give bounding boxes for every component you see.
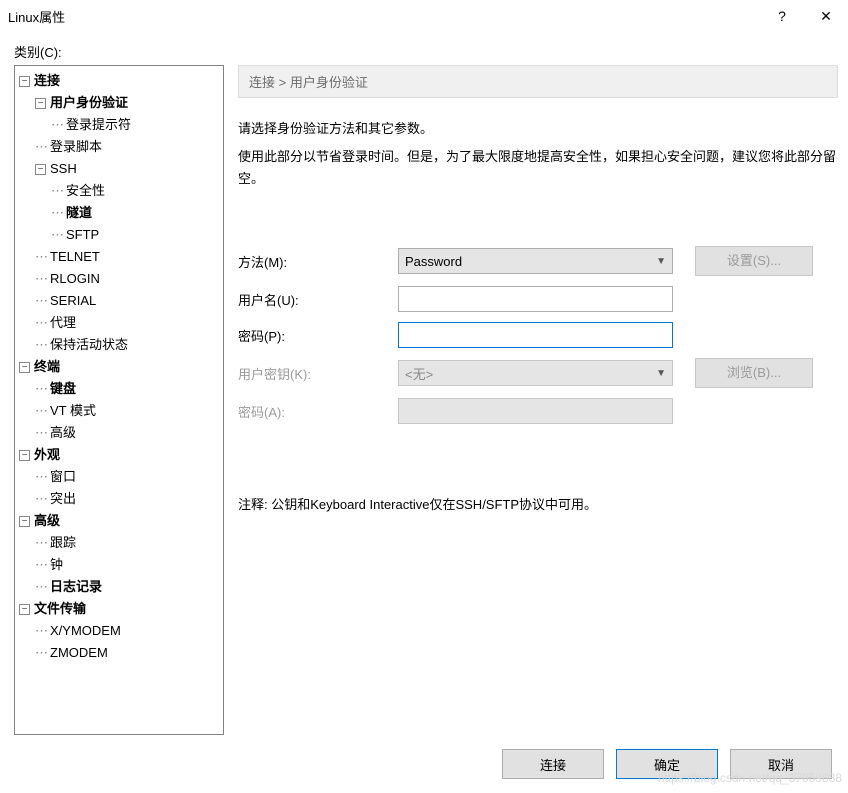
- help-button[interactable]: ?: [760, 2, 804, 30]
- userkey-select: <无> ▼: [398, 360, 673, 386]
- tree-file-transfer[interactable]: 文件传输: [34, 598, 86, 620]
- tree-telnet[interactable]: TELNET: [50, 246, 100, 268]
- tree-connection[interactable]: 连接: [34, 70, 60, 92]
- tree-user-auth[interactable]: 用户身份验证: [50, 92, 128, 114]
- connect-button[interactable]: 连接: [502, 749, 604, 779]
- userkey-value: <无>: [405, 364, 433, 383]
- username-label: 用户名(U):: [238, 290, 398, 309]
- dialog-footer: 连接 确定 取消: [14, 735, 838, 793]
- tree-highlight[interactable]: 突出: [50, 488, 76, 510]
- minus-icon[interactable]: −: [19, 362, 30, 373]
- password-input[interactable]: [398, 322, 673, 348]
- tree-ssh[interactable]: SSH: [50, 158, 77, 180]
- minus-icon[interactable]: −: [35, 164, 46, 175]
- tree-login-prompt[interactable]: 登录提示符: [66, 114, 131, 136]
- minus-icon[interactable]: −: [19, 516, 30, 527]
- tree-xymodem[interactable]: X/YMODEM: [50, 620, 121, 642]
- passphrase-input: [398, 398, 673, 424]
- description-2: 使用此部分以节省登录时间。但是，为了最大限度地提高安全性，如果担心安全问题，建议…: [238, 146, 838, 190]
- title-bar: Linux属性 ? ✕: [0, 0, 848, 32]
- content-area: 类别(C): −连接 −用户身份验证 ⋯登录提示符 ⋯登录脚本 −SSH: [0, 32, 848, 793]
- tree-login-script[interactable]: 登录脚本: [50, 136, 102, 158]
- browse-button: 浏览(B)...: [695, 358, 813, 388]
- breadcrumb: 连接 > 用户身份验证: [238, 65, 838, 98]
- tree-tracking[interactable]: 跟踪: [50, 532, 76, 554]
- minus-icon[interactable]: −: [19, 450, 30, 461]
- form-grid: 方法(M): Password ▼ 设置(S)... 用户名(U): 密码(P)…: [238, 246, 838, 434]
- category-tree[interactable]: −连接 −用户身份验证 ⋯登录提示符 ⋯登录脚本 −SSH ⋯安全性 ⋯隧道 ⋯…: [14, 65, 224, 735]
- ok-button[interactable]: 确定: [616, 749, 718, 779]
- tree-zmodem[interactable]: ZMODEM: [50, 642, 108, 664]
- tree-terminal[interactable]: 终端: [34, 356, 60, 378]
- chevron-down-icon: ▼: [656, 256, 666, 267]
- tree-advanced[interactable]: 高级: [34, 510, 60, 532]
- window-title: Linux属性: [8, 7, 760, 26]
- tree-rlogin[interactable]: RLOGIN: [50, 268, 100, 290]
- method-select[interactable]: Password ▼: [398, 248, 673, 274]
- tree-appearance[interactable]: 外观: [34, 444, 60, 466]
- chevron-down-icon: ▼: [656, 368, 666, 379]
- close-button[interactable]: ✕: [804, 2, 848, 30]
- main-row: −连接 −用户身份验证 ⋯登录提示符 ⋯登录脚本 −SSH ⋯安全性 ⋯隧道 ⋯…: [14, 65, 838, 735]
- form-panel: 连接 > 用户身份验证 请选择身份验证方法和其它参数。 使用此部分以节省登录时间…: [224, 65, 838, 735]
- tree-bell[interactable]: 钟: [50, 554, 63, 576]
- minus-icon[interactable]: −: [19, 604, 30, 615]
- tree-vt-mode[interactable]: VT 模式: [50, 400, 96, 422]
- tree-sftp[interactable]: SFTP: [66, 224, 99, 246]
- note-text: 注释: 公钥和Keyboard Interactive仅在SSH/SFTP协议中…: [238, 494, 838, 513]
- description-1: 请选择身份验证方法和其它参数。: [238, 118, 838, 140]
- tree-advanced-term[interactable]: 高级: [50, 422, 76, 444]
- username-input[interactable]: [398, 286, 673, 312]
- tree-security[interactable]: 安全性: [66, 180, 105, 202]
- method-value: Password: [405, 254, 462, 269]
- tree-serial[interactable]: SERIAL: [50, 290, 96, 312]
- userkey-label: 用户密钥(K):: [238, 364, 398, 383]
- passphrase-label: 密码(A):: [238, 402, 398, 421]
- settings-button: 设置(S)...: [695, 246, 813, 276]
- minus-icon[interactable]: −: [19, 76, 30, 87]
- password-label: 密码(P):: [238, 326, 398, 345]
- tree-keep-alive[interactable]: 保持活动状态: [50, 334, 128, 356]
- tree-proxy[interactable]: 代理: [50, 312, 76, 334]
- tree-window[interactable]: 窗口: [50, 466, 76, 488]
- cancel-button[interactable]: 取消: [730, 749, 832, 779]
- category-label: 类别(C):: [14, 42, 838, 61]
- tree-keyboard[interactable]: 键盘: [50, 378, 76, 400]
- tree-tunnel[interactable]: 隧道: [66, 202, 92, 224]
- method-label: 方法(M):: [238, 252, 398, 271]
- minus-icon[interactable]: −: [35, 98, 46, 109]
- tree-logging[interactable]: 日志记录: [50, 576, 102, 598]
